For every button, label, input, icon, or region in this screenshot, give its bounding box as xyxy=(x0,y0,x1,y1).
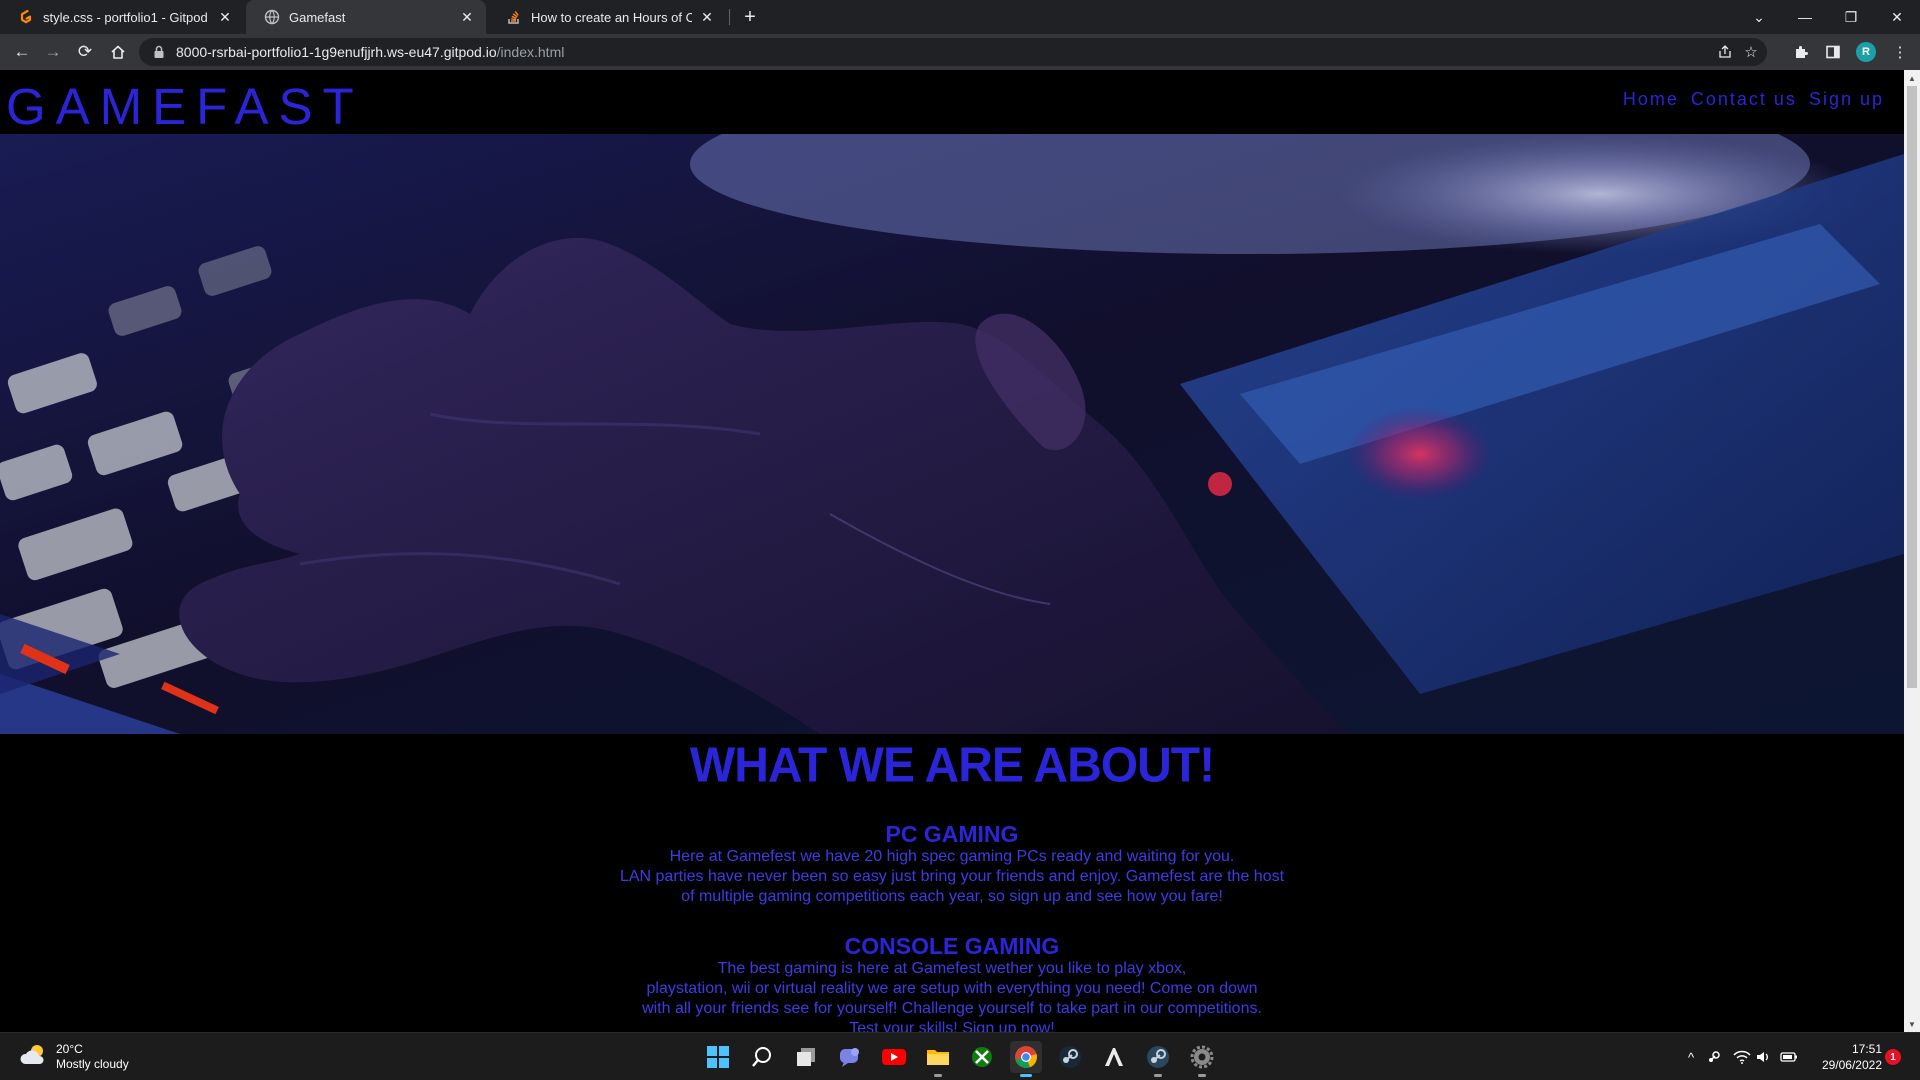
close-icon[interactable]: ✕ xyxy=(458,8,476,26)
clock-date: 29/06/2022 xyxy=(1821,1058,1882,1072)
tab-title: How to create an Hours of Opera xyxy=(531,9,692,25)
url-path: /index.html xyxy=(496,44,565,60)
tab-title: Gamefast xyxy=(289,9,346,25)
stack-overflow-icon xyxy=(506,9,522,25)
address-bar[interactable]: 8000-rsrbai-portfolio1-1g9enufjjrh.ws-eu… xyxy=(139,38,1767,66)
console-gaming-line: playstation, wii or virtual reality we a… xyxy=(646,980,1258,997)
chrome-icon[interactable] xyxy=(1010,1041,1042,1077)
nav-link-home[interactable]: Home xyxy=(1623,89,1679,110)
start-icon[interactable] xyxy=(702,1041,734,1073)
file-explorer-icon[interactable] xyxy=(922,1041,954,1077)
pc-gaming-text: Here at Gamefest we have 20 high spec ga… xyxy=(602,847,1302,907)
volume-icon[interactable] xyxy=(1754,1045,1774,1069)
tab-hours[interactable]: How to create an Hours of Opera ✕ xyxy=(488,0,726,34)
pc-gaming-line: LAN parties have never been so easy just… xyxy=(619,868,1285,885)
share-icon[interactable] xyxy=(1715,42,1735,62)
globe-icon xyxy=(264,9,280,25)
about-section: WHAT WE ARE ABOUT! PC GAMING Here at Gam… xyxy=(0,734,1904,1032)
battery-icon[interactable] xyxy=(1778,1045,1800,1069)
pc-gaming-line: Here at Gamefest we have 20 high spec ga… xyxy=(669,848,1235,865)
console-gaming-heading: CONSOLE GAMING xyxy=(844,933,1060,959)
close-icon[interactable]: ✕ xyxy=(698,8,716,26)
console-gaming-line: The best gaming is here at Gamefest weth… xyxy=(717,960,1187,977)
hero-image xyxy=(0,134,1904,734)
steam-icon[interactable] xyxy=(1054,1041,1086,1073)
notification-badge[interactable]: 1 xyxy=(1885,1049,1901,1065)
page-viewport: GAMEFAST Home Contact us Sign up WHAT WE… xyxy=(0,70,1904,1032)
steam-tray-icon[interactable] xyxy=(1704,1045,1724,1069)
weather-temp: 20°C xyxy=(56,1042,83,1056)
new-tab-button[interactable]: + xyxy=(738,5,762,29)
forward-icon[interactable]: → xyxy=(39,38,67,66)
back-icon[interactable]: ← xyxy=(8,38,36,66)
xbox-icon[interactable] xyxy=(966,1041,998,1073)
minimize-button[interactable]: — xyxy=(1782,0,1828,34)
pc-gaming-line: of multiple gaming competitions each yea… xyxy=(681,888,1223,905)
bookmark-star-icon[interactable]: ☆ xyxy=(1741,42,1761,62)
lock-icon[interactable] xyxy=(153,45,165,59)
site-header: GAMEFAST Home Contact us Sign up xyxy=(0,70,1904,136)
search-icon[interactable] xyxy=(746,1041,778,1073)
pc-gaming-heading: PC GAMING xyxy=(885,821,1019,847)
about-title: WHAT WE ARE ABOUT! xyxy=(689,738,1215,793)
tab-strip: style.css - portfolio1 - Gitpod Co ✕ Gam… xyxy=(0,0,1920,34)
nav-link-contact[interactable]: Contact us xyxy=(1691,89,1797,110)
system-clock[interactable]: 17:51 29/06/2022 xyxy=(1812,1041,1882,1073)
chevron-up-icon[interactable]: ^ xyxy=(1682,1045,1700,1069)
gitpod-icon xyxy=(18,9,34,25)
home-icon[interactable] xyxy=(104,38,132,66)
side-panel-icon[interactable] xyxy=(1823,42,1843,62)
browser-toolbar: ← → ⟳ 8000-rsrbai-portfolio1-1g9enufjjrh… xyxy=(0,34,1920,70)
clock-time: 17:51 xyxy=(1851,1042,1882,1056)
tab-gitpod[interactable]: style.css - portfolio1 - Gitpod Co ✕ xyxy=(0,0,244,34)
wifi-icon[interactable] xyxy=(1732,1045,1752,1069)
weather-desc: Mostly cloudy xyxy=(56,1057,129,1071)
menu-icon[interactable]: ⋮ xyxy=(1890,42,1910,62)
scroll-down-icon[interactable]: ▼ xyxy=(1904,1016,1920,1032)
profile-avatar[interactable]: R xyxy=(1856,42,1876,62)
page-scrollbar[interactable]: ▲ ▼ xyxy=(1904,70,1920,1032)
youtube-icon[interactable] xyxy=(878,1041,910,1073)
nav-link-signup[interactable]: Sign up xyxy=(1809,89,1884,110)
cloud-icon xyxy=(18,1043,48,1072)
settings-icon[interactable] xyxy=(1186,1041,1218,1077)
close-icon[interactable]: ✕ xyxy=(216,8,234,26)
tab-title: style.css - portfolio1 - Gitpod Co xyxy=(43,9,210,25)
task-view-icon[interactable] xyxy=(790,1041,822,1073)
chat-icon[interactable] xyxy=(834,1041,866,1073)
console-gaming-text: The best gaming is here at Gamefest weth… xyxy=(612,959,1292,1032)
scroll-thumb[interactable] xyxy=(1907,86,1917,688)
site-nav: Home Contact us Sign up xyxy=(1623,89,1884,110)
tab-gamefast[interactable]: Gamefast ✕ xyxy=(246,0,486,34)
reload-icon[interactable]: ⟳ xyxy=(71,38,99,66)
taskbar: 20°C Mostly cloudy ^ 17:51 29/06/2022 1 xyxy=(0,1032,1920,1080)
tab-search-icon[interactable]: ⌄ xyxy=(1736,0,1782,34)
restore-button[interactable]: ❐ xyxy=(1828,0,1874,34)
close-window-button[interactable]: ✕ xyxy=(1874,0,1920,34)
adobe-icon[interactable] xyxy=(1098,1041,1130,1073)
console-gaming-line: with all your friends see for yourself! … xyxy=(642,1000,1262,1017)
site-logo[interactable]: GAMEFAST xyxy=(6,77,364,136)
extensions-icon[interactable] xyxy=(1791,42,1811,62)
console-gaming-line: Test your skills! Sign up now! xyxy=(849,1020,1055,1032)
scroll-up-icon[interactable]: ▲ xyxy=(1904,70,1920,86)
url-host: 8000-rsrbai-portfolio1-1g9enufjjrh.ws-eu… xyxy=(176,44,497,60)
steam-icon[interactable] xyxy=(1142,1041,1174,1077)
weather-widget[interactable]: 20°C Mostly cloudy xyxy=(18,1042,129,1072)
